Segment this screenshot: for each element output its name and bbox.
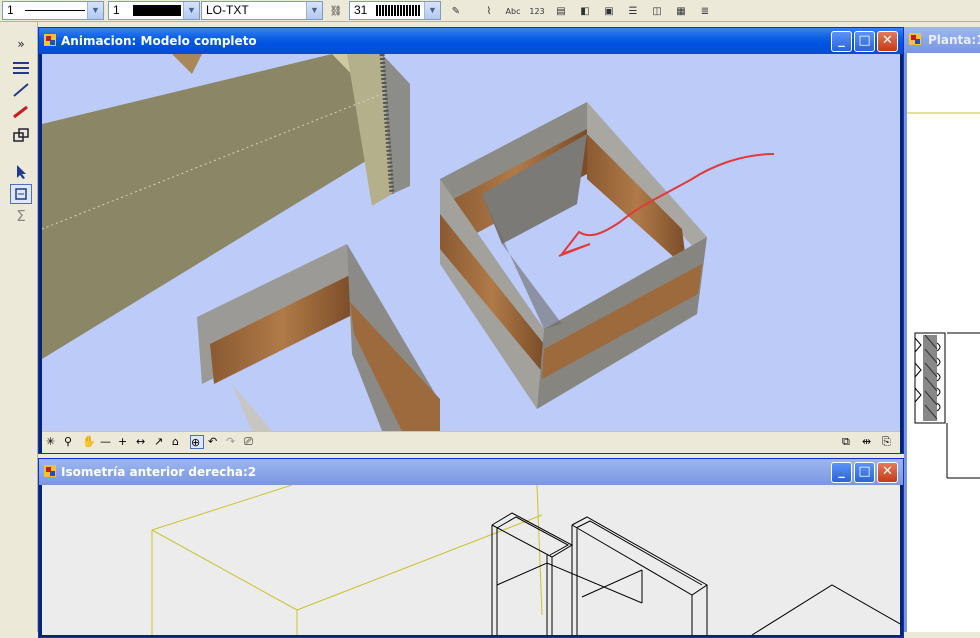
camera-icon[interactable]: ⎚ bbox=[244, 435, 258, 449]
layer-selector[interactable]: LO-TXT ▼ bbox=[201, 1, 323, 20]
chevron-down-icon[interactable]: ▼ bbox=[306, 2, 322, 19]
select-arrow-icon[interactable] bbox=[10, 162, 32, 182]
hatch-value: 31 bbox=[354, 3, 368, 17]
plan-window: Planta:1 bbox=[904, 27, 980, 632]
navigate-icon[interactable]: ⊕ bbox=[190, 435, 204, 449]
pen-line-preview bbox=[25, 10, 85, 11]
isometric-viewport[interactable] bbox=[42, 485, 900, 635]
layers-icon[interactable]: ≣ bbox=[695, 2, 715, 20]
plan-title: Planta:1 bbox=[928, 33, 980, 47]
color-value: 1 bbox=[113, 3, 120, 17]
cube-icon[interactable]: ◧ bbox=[575, 2, 595, 20]
expand-icon[interactable]: » bbox=[10, 34, 32, 54]
zoom-out-icon[interactable]: — bbox=[100, 435, 114, 449]
zoom-icon[interactable]: ⚲ bbox=[64, 435, 78, 449]
split-icon[interactable]: ⇹ bbox=[862, 435, 876, 449]
viewport-navigation-bar: ✳ ⚲ ✋ — + ↔ ↗ ⌂ ⊕ ↶ ↷ ⎚ ⧉ ⇹ ⎘ bbox=[42, 431, 900, 453]
window-layout-icon[interactable]: ⧉ bbox=[842, 435, 856, 449]
dimension-icon[interactable]: ⌇ bbox=[479, 2, 499, 20]
app-icon bbox=[44, 34, 56, 46]
duplicate-icon[interactable] bbox=[10, 125, 32, 145]
pen-color-icon[interactable] bbox=[10, 102, 32, 122]
pen-value: 1 bbox=[7, 3, 14, 17]
orbit-icon[interactable]: ↗ bbox=[154, 435, 168, 449]
animation-window: Animacion: Modelo completo _ □ ✕ ✳ ⚲ ✋ —… bbox=[38, 27, 904, 454]
transform-icon[interactable] bbox=[10, 184, 32, 204]
main-toolbar: 1 ▼ 1 ▼ LO-TXT ▼ ⛓ 31 ▼ ✎ ⌇ Abc 123 ▤ ◧ … bbox=[0, 0, 980, 22]
pen-weight-icon[interactable] bbox=[10, 58, 32, 78]
copy-view-icon[interactable]: ⎘ bbox=[882, 435, 896, 449]
pen-selector[interactable]: 1 ▼ bbox=[2, 1, 104, 20]
wireframe-drawing bbox=[151, 485, 900, 635]
list-icon[interactable]: ☰ bbox=[623, 2, 643, 20]
hatch-preview bbox=[376, 5, 420, 16]
app-icon bbox=[44, 465, 56, 477]
close-icon[interactable]: ✕ bbox=[877, 31, 898, 52]
render-viewport[interactable] bbox=[42, 54, 900, 431]
layer-value: LO-TXT bbox=[206, 3, 249, 17]
color-swatch bbox=[133, 5, 181, 16]
minimize-icon[interactable]: _ bbox=[831, 462, 852, 483]
color-selector[interactable]: 1 ▼ bbox=[108, 1, 200, 20]
number-123-icon[interactable]: 123 bbox=[527, 2, 547, 20]
isometric-titlebar[interactable]: Isometría anterior derecha:2 bbox=[39, 459, 903, 485]
pan-hand-icon[interactable]: ✋ bbox=[82, 435, 96, 449]
redo-view-icon[interactable]: ↷ bbox=[226, 435, 240, 449]
line-tool-icon[interactable] bbox=[10, 80, 32, 100]
3d-model-render bbox=[42, 54, 775, 431]
pencil-icon[interactable]: ✎ bbox=[446, 2, 466, 20]
maximize-icon[interactable]: □ bbox=[854, 462, 875, 483]
explore-icon[interactable]: ✳ bbox=[46, 435, 60, 449]
home-view-icon[interactable]: ⌂ bbox=[172, 435, 186, 449]
hatch-selector[interactable]: 31 ▼ bbox=[349, 1, 441, 20]
undo-view-icon[interactable]: ↶ bbox=[208, 435, 222, 449]
zoom-in-icon[interactable]: + bbox=[118, 435, 132, 449]
animation-titlebar[interactable]: Animacion: Modelo completo bbox=[39, 28, 903, 54]
sum-icon[interactable]: Σ bbox=[10, 206, 32, 226]
link-icon[interactable]: ⛓ bbox=[326, 2, 346, 20]
animation-title: Animacion: Modelo completo bbox=[61, 34, 257, 48]
split-view-icon[interactable]: ◫ bbox=[647, 2, 667, 20]
render-icon[interactable]: ▦ bbox=[671, 2, 691, 20]
isometric-title: Isometría anterior derecha:2 bbox=[61, 465, 257, 479]
chevron-down-icon[interactable]: ▼ bbox=[424, 2, 440, 19]
text-abc-icon[interactable]: Abc bbox=[503, 2, 523, 20]
chevron-down-icon[interactable]: ▼ bbox=[87, 2, 103, 19]
app-icon bbox=[909, 33, 921, 45]
plan-drawing bbox=[907, 112, 980, 479]
chevron-down-icon[interactable]: ▼ bbox=[183, 2, 199, 19]
document-icon[interactable]: ▤ bbox=[551, 2, 571, 20]
close-icon[interactable]: ✕ bbox=[877, 462, 898, 483]
left-toolbar: » Σ bbox=[0, 22, 38, 632]
plan-viewport[interactable] bbox=[907, 53, 980, 632]
box-icon[interactable]: ▣ bbox=[599, 2, 619, 20]
minimize-icon[interactable]: _ bbox=[831, 31, 852, 52]
maximize-icon[interactable]: □ bbox=[854, 31, 875, 52]
isometric-window: Isometría anterior derecha:2 _ □ ✕ bbox=[38, 458, 904, 638]
fit-icon[interactable]: ↔ bbox=[136, 435, 150, 449]
plan-titlebar[interactable]: Planta:1 bbox=[904, 27, 980, 53]
